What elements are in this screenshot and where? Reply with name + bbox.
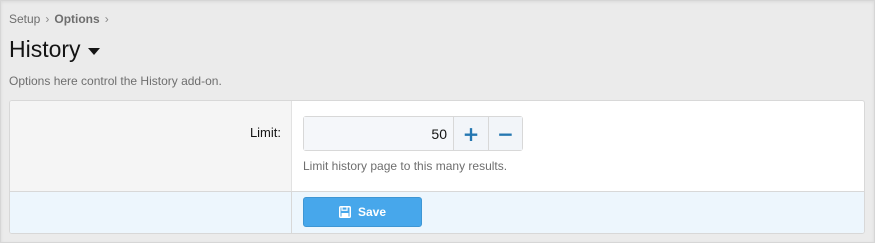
page-description: Options here control the History add-on. — [9, 74, 222, 88]
breadcrumb-separator: › — [104, 12, 109, 26]
limit-label-cell: Limit: — [10, 101, 292, 191]
submit-label-cell — [10, 192, 292, 233]
limit-label: Limit: — [249, 125, 281, 140]
decrement-button[interactable]: − — [488, 117, 522, 150]
floppy-disk-icon — [338, 206, 351, 218]
breadcrumb-setup[interactable]: Setup — [9, 12, 40, 26]
limit-explain: Limit history page to this many results. — [303, 159, 508, 173]
caret-down-icon — [87, 47, 100, 55]
limit-input[interactable] — [304, 117, 454, 150]
breadcrumb-options[interactable]: Options — [54, 12, 99, 26]
breadcrumb-separator: › — [45, 12, 50, 26]
limit-row: Limit: + − Limit history page to this ma… — [10, 101, 864, 192]
plus-icon: + — [462, 121, 480, 146]
limit-stepper: + − — [303, 116, 523, 151]
page-title-menu[interactable]: History — [9, 36, 100, 63]
save-label: Save — [357, 205, 387, 219]
submit-row: Save — [10, 192, 864, 233]
options-form: Limit: + − Limit history page to this ma… — [9, 100, 865, 234]
minus-icon: − — [497, 121, 514, 146]
increment-button[interactable]: + — [454, 117, 488, 150]
save-button[interactable]: Save — [303, 197, 422, 227]
page-title: History — [9, 36, 81, 62]
breadcrumb: Setup › Options › — [9, 12, 114, 26]
